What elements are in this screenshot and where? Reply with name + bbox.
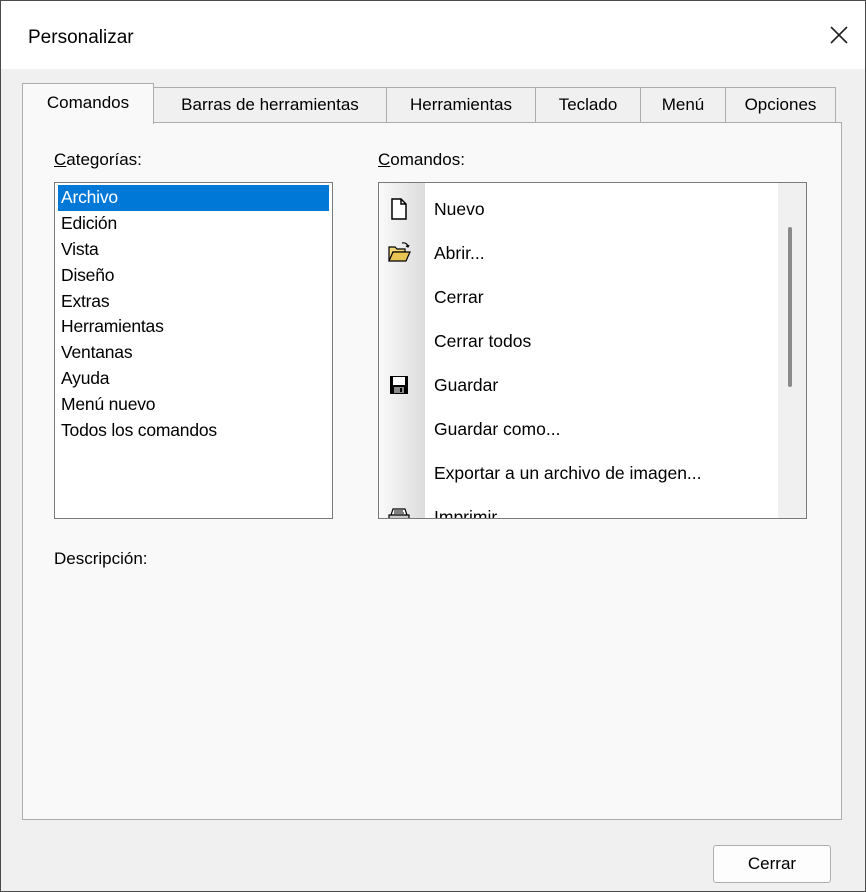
commands-tab-panel: Categorías: Archivo Edición Vista Diseño…: [22, 122, 842, 820]
command-label: Abrir...: [434, 243, 485, 263]
category-item-diseno[interactable]: Diseño: [58, 263, 329, 289]
command-item-cerrar-todos[interactable]: Cerrar todos: [379, 319, 779, 363]
description-label: Descripción:: [54, 549, 148, 568]
command-item-imprimir[interactable]: Imprimir: [379, 495, 779, 519]
category-item-menu-nuevo[interactable]: Menú nuevo: [58, 392, 329, 418]
tab-opciones[interactable]: Opciones: [725, 87, 836, 123]
category-item-vista[interactable]: Vista: [58, 237, 329, 263]
category-item-ayuda[interactable]: Ayuda: [58, 366, 329, 392]
commands-label-mnemonic: C: [378, 150, 391, 169]
command-label: Guardar: [434, 375, 499, 395]
commands-listbox[interactable]: Nuevo Abrir... Cerrar Cerrar todos Guard…: [378, 182, 807, 519]
tab-teclado[interactable]: Teclado: [535, 87, 641, 123]
commands-label-text: omandos:: [390, 150, 465, 169]
commands-label: Comandos:: [378, 150, 465, 170]
categories-label: Categorías:: [54, 150, 142, 170]
close-window-button[interactable]: [825, 21, 853, 49]
open-folder-icon: [388, 242, 411, 262]
tab-menu[interactable]: Menú: [640, 87, 726, 123]
command-label: Nuevo: [434, 199, 485, 219]
customize-dialog: Personalizar Comandos Barras de herramie…: [0, 0, 866, 892]
command-item-nuevo[interactable]: Nuevo: [379, 187, 779, 231]
categories-label-text: ategorías:: [66, 150, 142, 169]
category-item-edicion[interactable]: Edición: [58, 211, 329, 237]
command-label: Cerrar: [434, 287, 484, 307]
category-item-extras[interactable]: Extras: [58, 289, 329, 315]
scrollbar-thumb[interactable]: [788, 227, 792, 387]
categories-label-mnemonic: C: [54, 150, 67, 169]
title-bar: Personalizar: [1, 1, 865, 69]
tab-barras-de-herramientas[interactable]: Barras de herramientas: [153, 87, 387, 123]
command-label: Cerrar todos: [434, 331, 532, 351]
tab-comandos[interactable]: Comandos: [22, 83, 154, 124]
category-item-ventanas[interactable]: Ventanas: [58, 340, 329, 366]
command-label: Exportar a un archivo de imagen...: [434, 463, 702, 483]
command-label: Guardar como...: [434, 419, 561, 439]
command-item-guardar[interactable]: Guardar: [379, 363, 779, 407]
tab-herramientas[interactable]: Herramientas: [386, 87, 536, 123]
save-disk-icon: [390, 376, 408, 394]
close-icon: [830, 26, 848, 44]
categories-listbox[interactable]: Archivo Edición Vista Diseño Extras Herr…: [54, 182, 333, 519]
command-item-exportar-imagen[interactable]: Exportar a un archivo de imagen...: [379, 451, 779, 495]
print-icon: [388, 508, 410, 518]
tab-strip: Comandos Barras de herramientas Herramie…: [22, 83, 842, 124]
category-item-archivo[interactable]: Archivo: [58, 185, 329, 211]
commands-scrollbar[interactable]: [778, 183, 806, 518]
command-item-guardar-como[interactable]: Guardar como...: [379, 407, 779, 451]
command-item-cerrar[interactable]: Cerrar: [379, 275, 779, 319]
close-button[interactable]: Cerrar: [713, 845, 831, 883]
command-label: Imprimir: [434, 507, 498, 519]
category-item-todos-los-comandos[interactable]: Todos los comandos: [58, 418, 329, 444]
new-document-icon: [391, 198, 407, 220]
category-item-herramientas[interactable]: Herramientas: [58, 314, 329, 340]
dialog-title: Personalizar: [28, 27, 134, 48]
command-item-abrir[interactable]: Abrir...: [379, 231, 779, 275]
